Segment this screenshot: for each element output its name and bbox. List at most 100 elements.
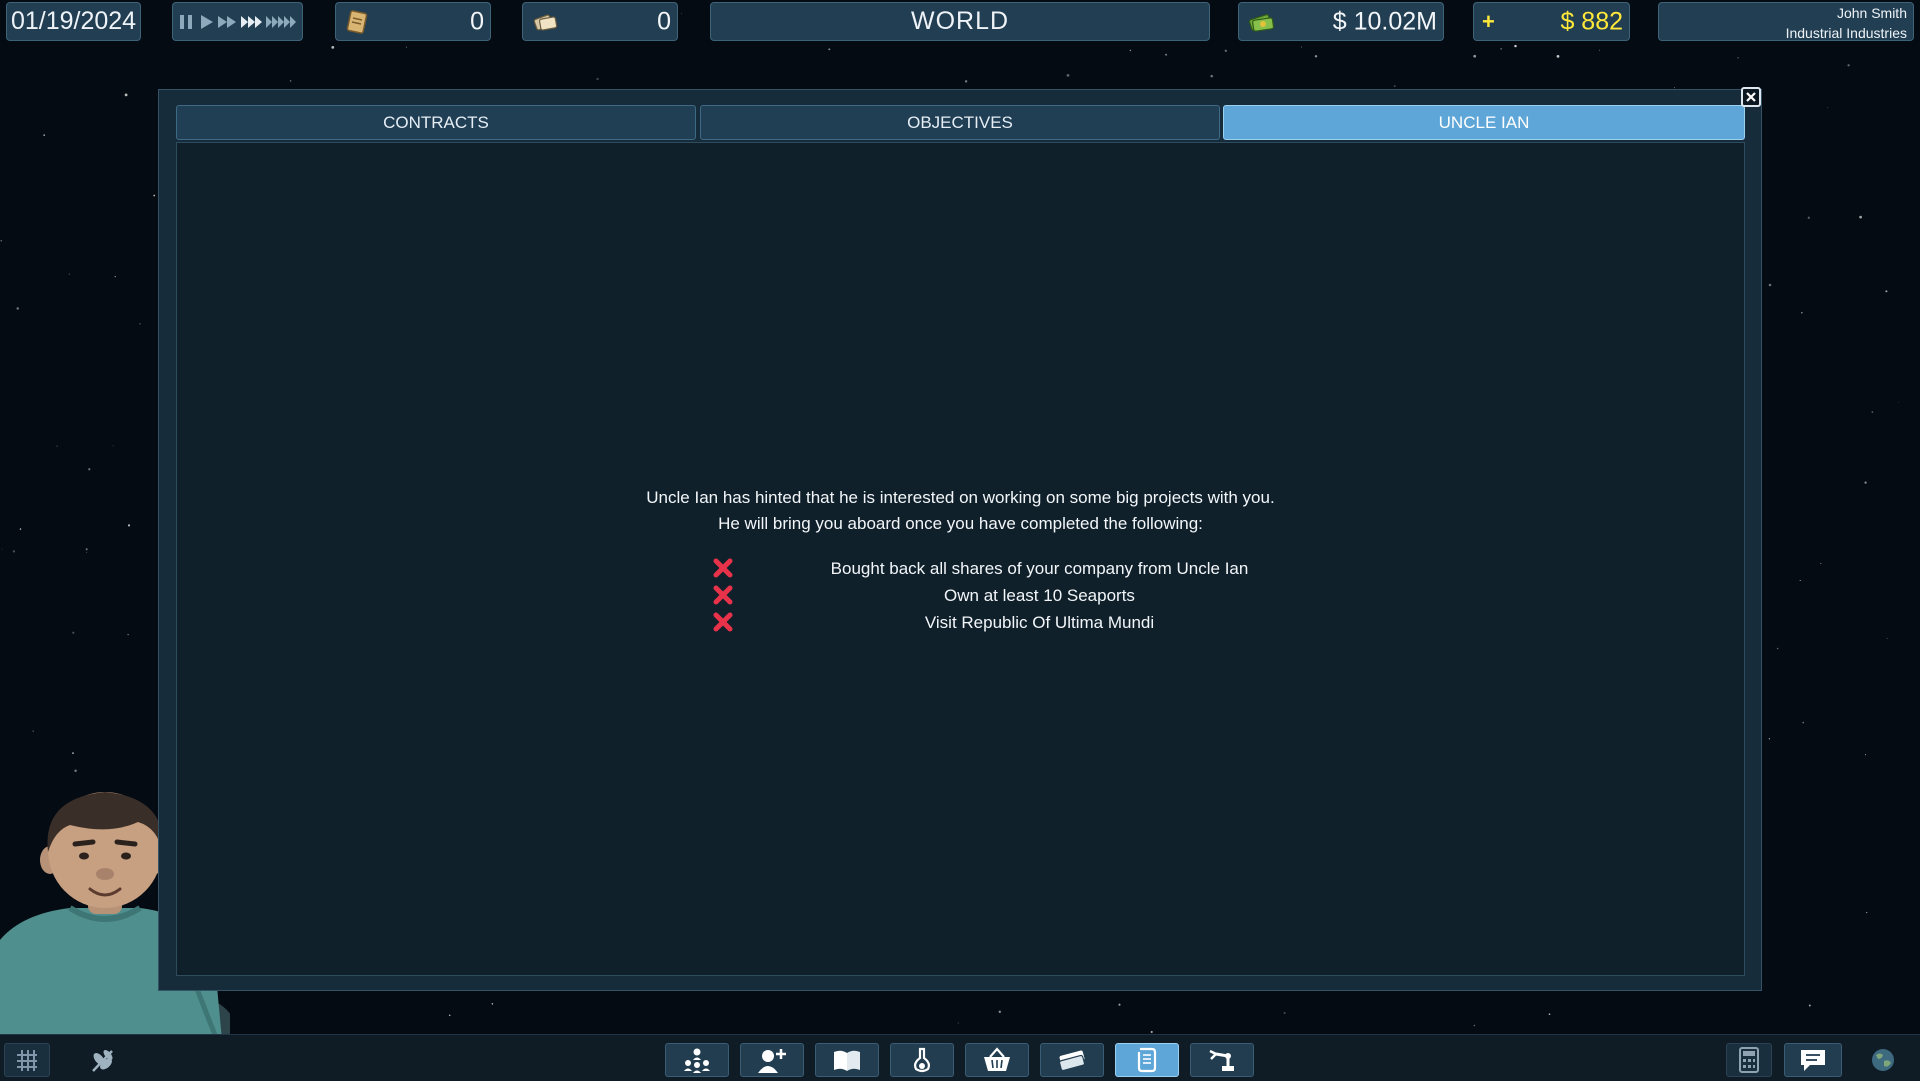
player-profile[interactable]: John Smith Industrial Industries (1658, 2, 1914, 41)
star (1473, 1024, 1476, 1027)
tab-contracts[interactable]: CONTRACTS (176, 105, 696, 140)
basket-icon (984, 1047, 1010, 1071)
red-x-icon (713, 558, 733, 578)
star (1165, 53, 1168, 56)
fast-forward-icon[interactable] (217, 13, 239, 31)
chat-icon (1801, 1050, 1825, 1071)
star (1859, 215, 1862, 219)
star (86, 551, 88, 553)
star (1556, 55, 1560, 58)
shares-count: 0 (657, 7, 671, 35)
star (331, 46, 335, 49)
market-button[interactable] (965, 1043, 1029, 1077)
money-stack-icon (1058, 1050, 1086, 1072)
production-button[interactable] (1190, 1043, 1254, 1077)
cash-icon (1248, 13, 1275, 32)
top-hud-bar: 01/19/2024 0 0 WORLD $ 10.02M + $ 882 Jo… (0, 0, 1920, 46)
contracts-button[interactable] (1115, 1043, 1179, 1077)
star (406, 46, 407, 48)
star (72, 631, 75, 634)
flask-icon (914, 1047, 930, 1073)
grid-view-button[interactable] (4, 1043, 50, 1077)
star (1776, 647, 1779, 650)
pause-icon[interactable] (177, 13, 197, 31)
star (1768, 283, 1772, 287)
tab-objectives[interactable]: OBJECTIVES (700, 105, 1220, 140)
star (1801, 312, 1803, 314)
fastest-forward-icon[interactable] (265, 13, 299, 31)
star (88, 468, 91, 471)
star (289, 80, 292, 82)
encyclopedia-button[interactable] (815, 1043, 879, 1077)
star (56, 445, 58, 447)
contracts-counter[interactable]: 0 (335, 2, 491, 41)
star (1300, 46, 1302, 48)
world-map-button[interactable] (1860, 1043, 1906, 1077)
star (112, 445, 114, 447)
star (1808, 1004, 1811, 1007)
globe-icon (1872, 1049, 1894, 1071)
star (1847, 64, 1850, 67)
plant-button[interactable] (74, 1043, 132, 1077)
star (1865, 754, 1866, 756)
star (596, 77, 599, 81)
star (1, 548, 3, 550)
finances-button[interactable] (1040, 1043, 1104, 1077)
bottom-toolbar (0, 1034, 1920, 1081)
income-sign: + (1482, 8, 1495, 34)
income-display[interactable]: + $ 882 (1473, 2, 1630, 41)
star (19, 528, 22, 530)
faster-forward-icon[interactable] (240, 13, 264, 31)
star (957, 1022, 959, 1024)
requirement-text: Bought back all shares of your company f… (830, 559, 1249, 578)
location-display[interactable]: WORLD (710, 2, 1210, 41)
star (12, 550, 16, 553)
star (0, 239, 3, 242)
star (1820, 563, 1822, 564)
star (139, 323, 141, 325)
star (153, 194, 156, 197)
requirement-text: Visit Republic Of Ultima Mundi (924, 613, 1155, 632)
star (114, 275, 116, 278)
star (127, 633, 129, 636)
star (1150, 1030, 1153, 1034)
star (1129, 49, 1132, 52)
red-x-icon (713, 612, 733, 632)
star (491, 1003, 494, 1005)
star (828, 48, 831, 51)
star (1393, 85, 1396, 88)
star (1866, 911, 1868, 914)
money-display[interactable]: $ 10.02M (1238, 2, 1444, 41)
calculator-icon (1739, 1047, 1759, 1073)
star (127, 524, 131, 527)
window-tabs: CONTRACTS OBJECTIVES UNCLE IAN (176, 105, 1745, 140)
close-button[interactable] (1741, 87, 1761, 107)
star (1066, 74, 1070, 77)
scroll-icon (1137, 1047, 1157, 1073)
play-icon[interactable] (198, 13, 216, 31)
star (85, 548, 88, 551)
star (68, 273, 70, 275)
hire-button[interactable] (740, 1043, 804, 1077)
calculator-button[interactable] (1726, 1043, 1772, 1077)
star (1807, 216, 1810, 219)
star (1548, 1013, 1551, 1016)
tab-uncle-ian[interactable]: UNCLE IAN (1223, 105, 1745, 140)
requirement-item: Bought back all shares of your company f… (177, 555, 1744, 582)
org-chart-icon (684, 1048, 710, 1073)
company-name: Industrial Industries (1785, 25, 1907, 41)
research-button[interactable] (890, 1043, 954, 1077)
shares-counter[interactable]: 0 (522, 2, 678, 41)
star (1864, 481, 1867, 484)
star (448, 1014, 451, 1017)
star (43, 134, 46, 136)
grid-icon (17, 1050, 37, 1071)
player-name: John Smith (1836, 5, 1907, 21)
location-text: WORLD (910, 7, 1010, 35)
messages-button[interactable] (1784, 1043, 1842, 1077)
red-x-icon (713, 585, 733, 605)
organization-button[interactable] (665, 1043, 729, 1077)
star (1314, 55, 1318, 58)
star (1118, 1003, 1121, 1006)
plant-icon (92, 1050, 113, 1072)
